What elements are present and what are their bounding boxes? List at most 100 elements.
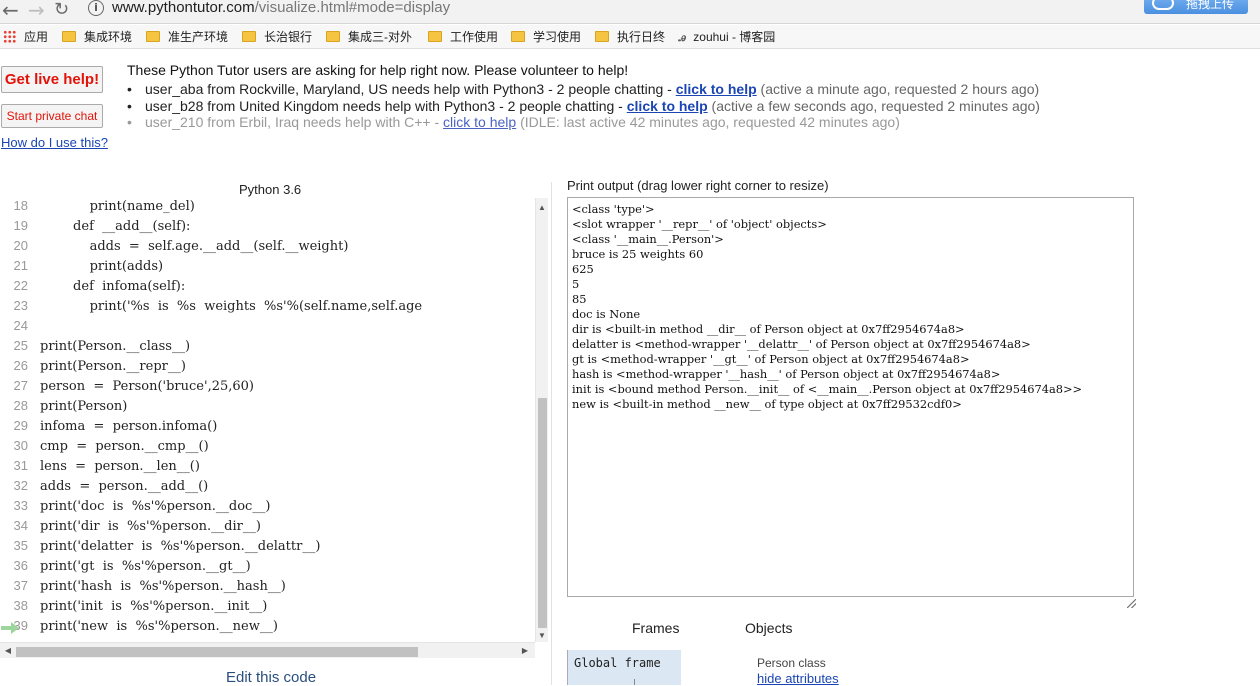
code-line: 32 adds = person.__add__() [0,476,534,496]
folder-icon [326,31,340,42]
frames-heading: Frames [632,620,680,636]
start-private-chat-button[interactable]: Start private chat [1,104,103,128]
folder-icon [428,31,442,42]
code-text: adds = self.age.__add__(self.__weight) [40,239,349,254]
line-number: 28 [13,398,28,413]
hide-attributes-link[interactable]: hide attributes [757,671,839,686]
bookmark-site[interactable]: ꭿ zouhui - 博客园 [678,29,775,45]
help-request: • user_b28 from United Kingdom needs help… [127,98,1227,115]
bookmark-folder[interactable]: 集成三-对外 [326,29,412,45]
code-line: 35 print('delatter is %s'%person.__delatt… [0,536,534,556]
code-line: 31 lens = person.__len__() [0,456,534,476]
request-meta: (IDLE: last active 42 minutes ago, reque… [516,114,900,130]
scroll-up-icon[interactable]: ▲ [536,202,548,214]
code-line: 29 infoma = person.infoma() [0,416,534,436]
line-number: 32 [13,478,28,493]
code-line: 20 adds = self.age.__add__(self.__weight… [0,236,534,256]
print-output-box[interactable]: <class 'type'> <slot wrapper '__repr__' o… [567,197,1134,597]
output-line: <class '__main__.Person'> [572,232,724,246]
code-text: print('doc is %s'%person.__doc__) [40,499,271,514]
output-line: <class 'type'> [572,202,655,216]
bookmark-folder[interactable]: 集成环境 [62,29,132,45]
bookmark-apps[interactable]: 应用 [3,29,48,45]
upload-extension-button[interactable]: 拖拽上传 [1144,0,1248,14]
folder-icon [62,31,76,42]
code-line: 24 [0,316,534,336]
site-info-icon[interactable]: i [88,0,104,16]
code-line: 21 print(adds) [0,256,534,276]
back-icon[interactable]: ← [2,0,19,21]
line-number: 25 [13,338,28,353]
folder-icon [595,31,609,42]
bookmark-folder[interactable]: 执行日终 [595,29,665,45]
code-text: print('delatter is %s'%person.__delattr_… [40,539,321,554]
click-to-help-link[interactable]: click to help [676,81,757,97]
output-line: init is <bound method Person.__init__ of… [572,382,1083,396]
bookmark-folder[interactable]: 准生产环境 [146,29,228,45]
forward-icon[interactable]: → [28,0,45,21]
get-live-help-button[interactable]: Get live help! [1,66,103,93]
code-text: print('init is %s'%person.__init__) [40,599,268,614]
line-number: 29 [13,418,28,433]
bookmark-label: 集成三-对外 [348,30,412,44]
edit-code-link[interactable]: Edit this code [226,669,316,686]
click-to-help-link[interactable]: click to help [443,114,516,130]
frame-divider [634,679,635,685]
url-field[interactable]: i www.pythontutor.com/visualize.html#mode… [80,0,1220,20]
code-horizontal-scrollbar[interactable]: ◀ ▶ [0,642,535,658]
line-number: 33 [13,498,28,513]
folder-icon [146,31,160,42]
bookmark-label: zouhui - 博客园 [693,30,776,44]
scroll-left-icon[interactable]: ◀ [2,644,14,658]
folder-icon [511,31,525,42]
code-line: 39 print('new is %s'%person.__new__) [0,616,534,636]
scroll-thumb[interactable] [16,647,418,657]
line-number: 26 [13,358,28,373]
bookmark-folder[interactable]: 学习使用 [511,29,581,45]
bullet: • [127,97,132,114]
scroll-down-icon[interactable]: ▼ [536,630,548,642]
click-to-help-link[interactable]: click to help [627,98,708,114]
code-text: print('new is %s'%person.__new__) [40,619,278,634]
bookmark-label: 集成环境 [84,30,133,44]
line-number: 31 [13,458,28,473]
reload-icon[interactable]: ↻ [54,0,69,21]
how-to-use-link[interactable]: How do I use this? [1,135,108,150]
line-number: 24 [13,318,28,333]
line-number: 23 [13,298,28,313]
scroll-right-icon[interactable]: ▶ [519,644,531,658]
code-line: 25 print(Person.__class__) [0,336,534,356]
resize-grip-icon[interactable] [1127,599,1136,608]
bookmark-folder[interactable]: 长治银行 [242,29,312,45]
scroll-thumb[interactable] [538,398,547,628]
code-line: 34 print('dir is %s'%person.__dir__) [0,516,534,536]
line-number: 22 [13,278,28,293]
output-line: hash is <method-wrapper '__hash__' of Pe… [572,367,1001,381]
line-number: 27 [13,378,28,393]
output-line: doc is None [572,307,641,321]
code-line: 30 cmp = person.__cmp__() [0,436,534,456]
code-line: 38 print('init is %s'%person.__init__) [0,596,534,616]
output-line: 625 [572,262,594,276]
code-text: cmp = person.__cmp__() [40,439,209,454]
output-line: 5 [572,277,580,291]
current-line-arrow-icon [1,622,19,634]
bookmark-folder[interactable]: 工作使用 [428,29,498,45]
line-number: 19 [13,218,28,233]
output-line: new is <built-in method __new__ of type … [572,397,962,411]
code-line: 36 print('gt is %s'%person.__gt__) [0,556,534,576]
cnblogs-icon: ꭿ [678,30,686,44]
code-text: lens = person.__len__() [40,459,200,474]
global-frame-label: Global frame [574,656,661,670]
url-host: www.pythontutor.com [112,0,255,16]
code-vertical-scrollbar[interactable]: ▲ ▼ [535,198,548,642]
url-path: /visualize.html#mode=display [254,0,451,16]
help-request-list: • user_aba from Rockville, Maryland, US n… [127,81,1227,131]
code-pane: 18 print(name_del) 19 def __add__(self): 2… [0,198,548,660]
output-line: 85 [572,292,587,306]
code-text: print('hash is %s'%person.__hash__) [40,579,286,594]
language-label: Python 3.6 [239,182,302,197]
extension-label: 拖拽上传 [1186,0,1235,11]
output-line: <slot wrapper '__repr__' of 'object' obj… [572,217,827,231]
request-text: user_aba from Rockville, Maryland, US ne… [145,81,676,97]
